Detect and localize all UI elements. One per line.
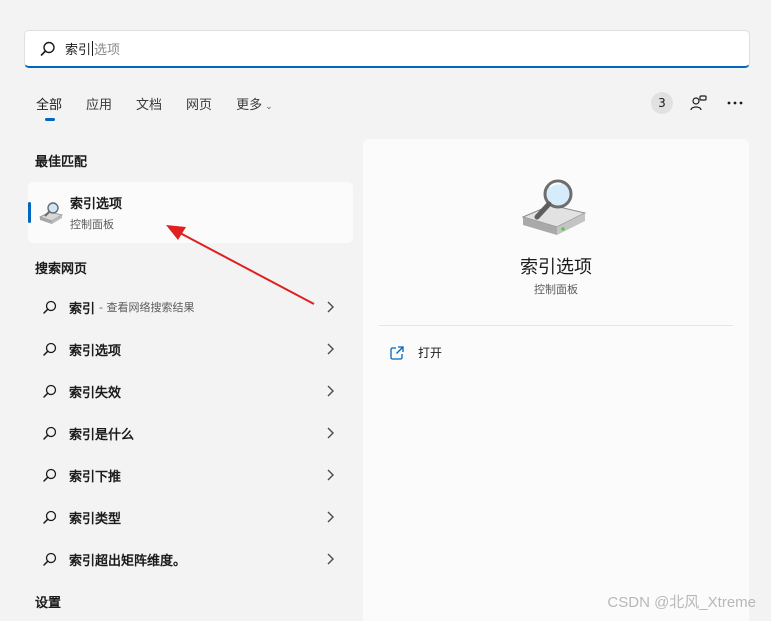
chevron-right-icon <box>327 553 334 565</box>
list-item-label: 索引超出矩阵维度。 <box>69 553 187 569</box>
best-match-title: 索引选项 <box>70 197 123 212</box>
chevron-right-icon <box>327 511 334 523</box>
indexing-options-icon <box>38 201 64 224</box>
header-tools: 3 <box>651 92 745 114</box>
chevron-right-icon <box>327 427 334 439</box>
tab-more-label: 更多 <box>236 98 263 113</box>
chevron-right-icon <box>327 343 334 355</box>
tab-more[interactable]: 更多 ⌄ <box>236 94 273 113</box>
list-item[interactable]: 索引是什么 <box>28 412 353 454</box>
chevron-right-icon <box>327 385 334 397</box>
search-suggestion-text: 选项 <box>94 43 121 58</box>
best-match-heading: 最佳匹配 <box>35 155 88 170</box>
open-external-icon <box>390 345 404 360</box>
list-item-label: 索引失效 <box>69 385 122 401</box>
watermark: CSDN @北风_Xtreme <box>607 594 756 611</box>
search-typed-text: 索引 <box>65 43 92 58</box>
divider <box>379 325 733 326</box>
tab-documents[interactable]: 文档 <box>136 94 162 113</box>
list-item-suffix: - 查看网络搜索结果 <box>99 301 195 314</box>
tab-web-label: 网页 <box>186 98 213 113</box>
preview-pane: 索引选项 控制面板 打开 <box>363 139 749 621</box>
best-match-subtitle: 控制面板 <box>70 218 114 231</box>
search-icon <box>43 426 57 440</box>
search-icon <box>43 468 57 482</box>
tab-all-label: 全部 <box>36 98 63 113</box>
rewards-count-badge[interactable]: 3 <box>651 92 673 114</box>
search-icon <box>43 300 57 314</box>
preview-subtitle: 控制面板 <box>534 283 578 296</box>
preview-title: 索引选项 <box>520 257 592 278</box>
search-icon <box>43 552 57 566</box>
account-switch-icon[interactable] <box>689 93 709 113</box>
web-results-list: 索引 - 查看网络搜索结果 索引选项 索引失效 索引是什么 索引下推 索引类型 … <box>28 286 353 580</box>
list-item[interactable]: 索引失效 <box>28 370 353 412</box>
search-icon <box>40 41 55 56</box>
best-match-text: 索引选项 控制面板 <box>70 193 122 232</box>
list-item-label: 索引 <box>69 301 96 317</box>
ellipsis-icon[interactable] <box>725 93 745 113</box>
list-item[interactable]: 索引超出矩阵维度。 <box>28 538 353 580</box>
tab-apps[interactable]: 应用 <box>86 94 112 113</box>
list-item-label: 索引是什么 <box>69 427 135 443</box>
best-match-result[interactable]: 索引选项 控制面板 <box>28 182 353 243</box>
chevron-right-icon <box>327 469 334 481</box>
open-button[interactable]: 打开 <box>389 344 442 361</box>
chevron-right-icon <box>327 301 334 313</box>
tab-web[interactable]: 网页 <box>186 94 212 113</box>
chevron-down-icon: ⌄ <box>265 102 273 112</box>
list-item[interactable]: 索引下推 <box>28 454 353 496</box>
tab-documents-label: 文档 <box>136 98 163 113</box>
tab-all[interactable]: 全部 <box>36 94 63 121</box>
list-item-label: 索引类型 <box>69 511 122 527</box>
list-item[interactable]: 索引选项 <box>28 328 353 370</box>
search-input[interactable]: 索引 选项 <box>24 30 750 68</box>
list-item[interactable]: 索引 - 查看网络搜索结果 <box>28 286 353 328</box>
text-caret <box>92 41 94 56</box>
search-icon <box>43 342 57 356</box>
open-button-label: 打开 <box>418 346 443 360</box>
tab-apps-label: 应用 <box>86 98 113 113</box>
settings-heading: 设置 <box>35 596 62 611</box>
filter-tabs: 全部 应用 文档 网页 更多 ⌄ <box>36 94 297 121</box>
selection-indicator <box>28 202 31 223</box>
search-icon <box>43 384 57 398</box>
list-item-label: 索引下推 <box>69 469 122 485</box>
indexing-options-icon <box>521 179 587 235</box>
web-search-heading: 搜索网页 <box>35 262 88 277</box>
search-icon <box>43 510 57 524</box>
list-item-label: 索引选项 <box>69 343 122 359</box>
list-item[interactable]: 索引类型 <box>28 496 353 538</box>
